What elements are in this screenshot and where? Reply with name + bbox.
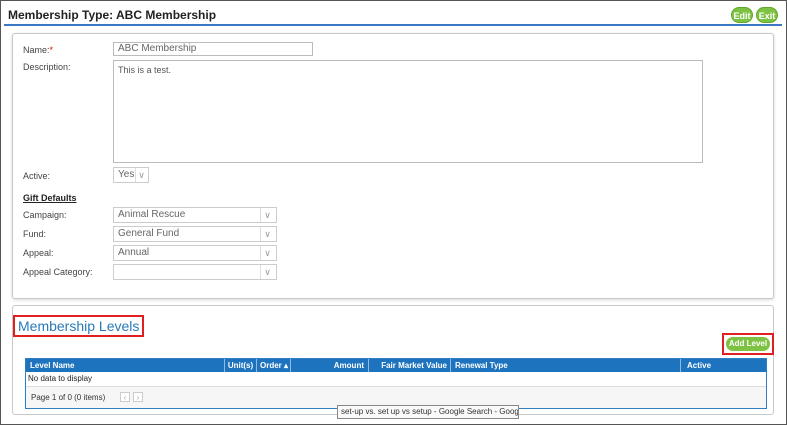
column-amount[interactable]: Amount	[290, 359, 368, 372]
active-label: Active:	[23, 171, 51, 181]
name-label-text: Name:	[23, 45, 50, 55]
column-level-name[interactable]: Level Name	[30, 359, 74, 372]
fund-label: Fund:	[23, 229, 47, 239]
edit-button[interactable]: Edit	[731, 7, 753, 23]
campaign-label: Campaign:	[23, 210, 67, 220]
exit-button[interactable]: Exit	[756, 7, 778, 23]
add-level-button[interactable]: Add Level	[726, 337, 770, 351]
column-units[interactable]: Unit(s)	[224, 359, 256, 372]
description-label: Description:	[23, 62, 71, 72]
name-label: Name:*	[23, 45, 53, 55]
chevron-down-icon: ∨	[260, 208, 274, 222]
grid-header: Level Name Unit(s) Order ▴ Amount Fair M…	[26, 359, 766, 372]
fund-select-value: General Fund	[118, 228, 180, 239]
membership-levels-title: Membership Levels	[13, 315, 145, 337]
column-order-label: Order	[260, 361, 282, 370]
campaign-select-value: Animal Rescue	[118, 209, 186, 220]
chevron-down-icon: ∨	[135, 168, 147, 182]
chevron-down-icon: ∨	[260, 246, 274, 260]
empty-grid-message: No data to display	[28, 374, 93, 383]
column-active[interactable]: Active	[680, 359, 766, 372]
chevron-left-icon[interactable]: ‹	[120, 392, 130, 402]
page-header: Membership Type: ABC Membership Edit Exi…	[4, 4, 782, 26]
campaign-select[interactable]: Animal Rescue ∨	[113, 207, 277, 223]
column-renewal-type[interactable]: Renewal Type	[450, 359, 680, 372]
active-select[interactable]: Yes ∨	[113, 167, 149, 183]
membership-levels-panel: Membership Levels Add Level Level Name U…	[12, 305, 774, 415]
column-fair-market-value[interactable]: Fair Market Value	[368, 359, 450, 372]
active-select-value: Yes	[118, 169, 135, 180]
taskbar-tooltip: set-up vs. set up vs setup - Google Sear…	[337, 405, 519, 419]
add-level-highlight: Add Level	[722, 333, 774, 355]
gift-defaults-heading: Gift Defaults	[23, 193, 77, 203]
pager-summary: Page 1 of 0 (0 items)	[31, 393, 106, 402]
description-textarea[interactable]: This is a test.	[113, 60, 703, 163]
membership-details-panel: Name:* ABC Membership Description: This …	[12, 33, 774, 299]
appeal-category-select[interactable]: ∨	[113, 264, 277, 280]
required-marker: *	[49, 45, 54, 55]
chevron-down-icon: ∨	[260, 227, 274, 241]
levels-grid: Level Name Unit(s) Order ▴ Amount Fair M…	[25, 358, 767, 409]
name-input[interactable]: ABC Membership	[113, 42, 313, 56]
appeal-category-label: Appeal Category:	[23, 267, 93, 277]
chevron-right-icon[interactable]: ›	[133, 392, 143, 402]
appeal-select-value: Annual	[118, 247, 150, 258]
column-order[interactable]: Order ▴	[256, 359, 290, 372]
chevron-down-icon: ∨	[260, 265, 274, 279]
appeal-label: Appeal:	[23, 248, 54, 258]
sort-icon: ▴	[284, 361, 289, 370]
page-title: Membership Type: ABC Membership	[8, 8, 217, 22]
fund-select[interactable]: General Fund ∨	[113, 226, 277, 242]
appeal-select[interactable]: Annual ∨	[113, 245, 277, 261]
